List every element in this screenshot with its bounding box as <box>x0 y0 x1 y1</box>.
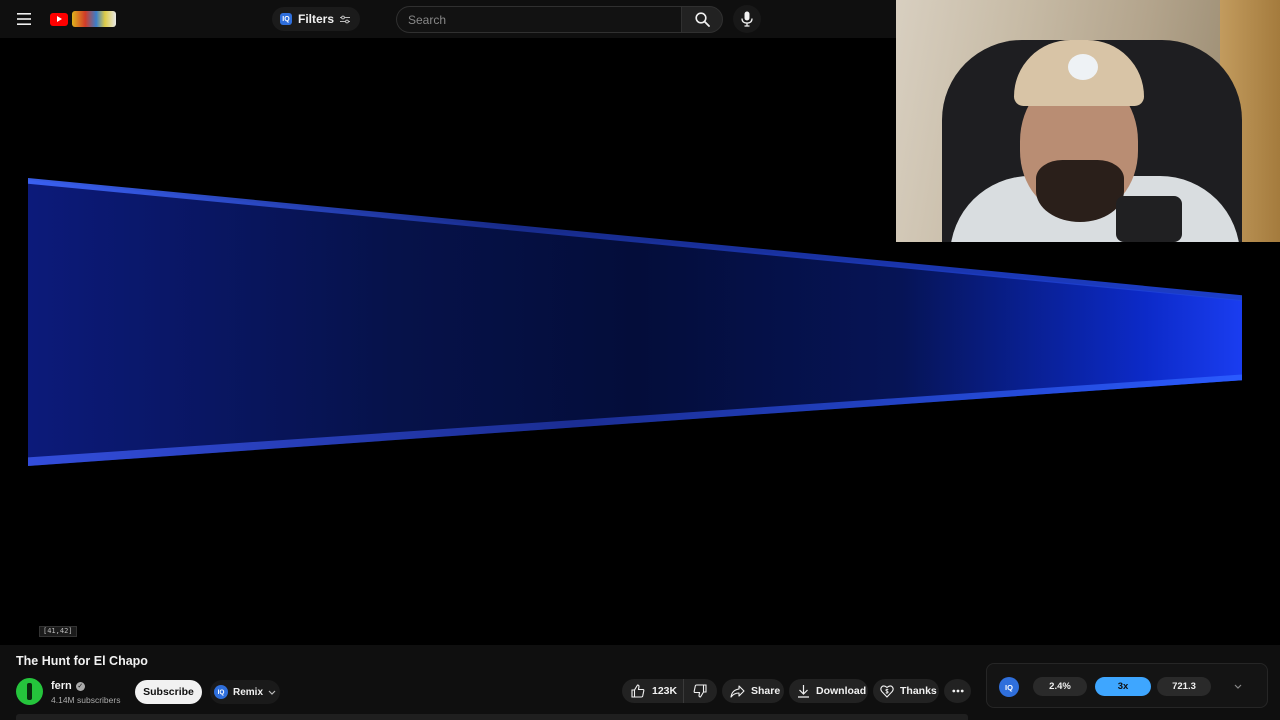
youtube-play-icon <box>50 12 68 26</box>
heart-dollar-icon <box>880 685 894 698</box>
more-horizontal-icon <box>951 689 964 693</box>
iq-stat-multiplier[interactable]: 3x <box>1095 677 1151 696</box>
like-button[interactable]: 123K <box>622 679 684 703</box>
chevron-down-icon <box>1234 684 1242 689</box>
iq-badge-icon: IQ <box>214 685 228 699</box>
webcam-person-beard <box>1036 160 1124 222</box>
description-panel-edge <box>16 714 968 720</box>
dislike-button[interactable] <box>684 679 716 703</box>
iq-stat-score[interactable]: 721.3 <box>1157 677 1211 696</box>
menu-button[interactable] <box>12 7 36 31</box>
filters-button[interactable]: IQ Filters <box>272 7 361 31</box>
avatar-glyph <box>27 683 32 700</box>
iq-stat-percent[interactable]: 2.4% <box>1033 677 1087 696</box>
channel-name-text: fern <box>51 680 72 692</box>
download-button[interactable]: Download <box>789 679 868 703</box>
share-button[interactable]: Share <box>722 679 784 703</box>
search-input[interactable] <box>408 12 668 27</box>
subscriber-count: 4.14M subscribers <box>51 695 121 705</box>
verified-icon: ✓ <box>75 681 85 691</box>
sliders-icon <box>340 15 351 23</box>
thanks-button[interactable]: Thanks <box>873 679 939 703</box>
share-label: Share <box>751 685 781 697</box>
thumbs-up-icon <box>631 684 645 698</box>
channel-avatar[interactable] <box>16 678 43 705</box>
iq-badge-icon: IQ <box>280 13 292 25</box>
iq-expand-button[interactable] <box>1231 679 1245 693</box>
mic-icon <box>741 11 753 27</box>
coordinate-readout: [41,42] <box>39 626 77 637</box>
doodle-logo <box>72 11 116 27</box>
download-label: Download <box>816 685 867 697</box>
remix-label: Remix <box>233 686 264 698</box>
iq-extension-panel: IQ 2.4% 3x 721.3 <box>986 663 1268 708</box>
thumbs-down-icon <box>693 684 707 698</box>
more-actions-button[interactable] <box>944 679 971 703</box>
remix-button[interactable]: IQ Remix <box>210 680 280 704</box>
thanks-label: Thanks <box>900 685 937 697</box>
chevron-down-icon <box>268 690 276 695</box>
filters-label: Filters <box>298 12 335 26</box>
search-icon <box>694 12 710 27</box>
video-title: The Hunt for El Chapo <box>16 654 148 668</box>
search-box <box>396 6 682 33</box>
search-button[interactable] <box>681 6 723 33</box>
share-arrow-icon <box>730 684 745 698</box>
like-dislike-group: 123K <box>622 679 717 703</box>
hamburger-icon <box>17 13 31 25</box>
webcam-overlay <box>896 0 1280 242</box>
subscribe-button[interactable]: Subscribe <box>135 680 202 704</box>
like-count: 123K <box>652 685 678 697</box>
voice-search-button[interactable] <box>733 5 761 33</box>
youtube-logo[interactable] <box>50 10 116 28</box>
channel-name[interactable]: fern ✓ <box>51 680 85 692</box>
webcam-microphone <box>1116 196 1182 242</box>
download-icon <box>798 685 809 698</box>
iq-logo-icon[interactable]: IQ <box>999 677 1019 697</box>
webcam-cap-logo <box>1068 54 1098 80</box>
